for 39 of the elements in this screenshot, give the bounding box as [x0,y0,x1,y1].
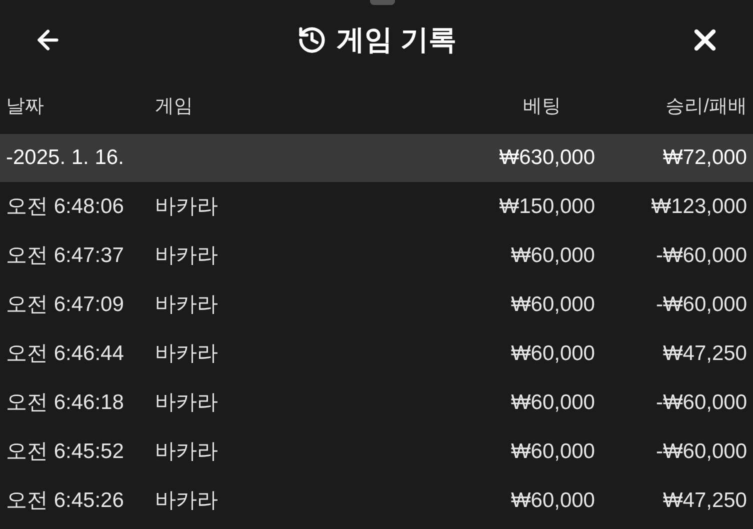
drag-handle-icon [370,0,395,5]
history-icon [296,25,327,55]
table-cell-text: ₩60,000 [510,340,595,367]
table-cell-text: 바카라 [155,438,219,465]
table-cell-text: ₩47,250 [662,488,747,514]
table-cell-text: ₩72,000 [662,145,747,172]
table-cell-text: -2025. 1. 16. [6,145,125,172]
table-cell-text: 오전 6:48:06 [6,194,125,220]
table-cell-text: -₩60,000 [654,390,747,416]
table-cell-text: 오전 6:45:26 [6,488,125,514]
window-title: 게임 기록 [336,23,456,57]
column-header: 날짜 [6,94,45,119]
table-cell-text: 바카라 [155,242,219,269]
date-group-row[interactable]: -2025. 1. 16. ₩630,000 ₩72,000 [0,134,753,182]
table-cell-text: 오전 6:45:52 [6,438,125,465]
table-cell-text: ₩150,000 [498,194,595,220]
table-cell-text: ₩60,000 [510,292,595,318]
column-header: 게임 [155,94,194,119]
table-cell-text: ₩47,250 [662,340,747,367]
table-cell-text: -₩60,000 [654,242,747,269]
table-cell-text: -₩60,000 [654,438,747,465]
table-cell-text: 바카라 [155,488,219,514]
table-cell-text: ₩60,000 [510,438,595,465]
table-cell-text: 오전 6:47:09 [6,292,125,318]
table-cell-text: 바카라 [155,340,219,367]
table-cell-text: ₩60,000 [510,390,595,416]
column-header: 베팅 [522,94,562,119]
table-cell-text: -₩60,000 [654,292,747,318]
table-cell-text: ₩60,000 [510,488,595,514]
column-header: 승리/패배 [664,94,747,119]
table-cell-text: ₩60,000 [510,242,595,269]
table-cell-text: ₩630,000 [498,145,595,172]
table-cell-text: 바카라 [155,292,219,318]
table-cell-text: 오전 6:47:37 [6,242,125,269]
table-cell-text: 오전 6:46:44 [6,340,125,367]
table-cell-text: 바카라 [155,390,219,416]
table-cell-text: 바카라 [155,194,219,220]
table-cell-text: 오전 6:46:18 [6,390,125,416]
table-cell-text: ₩123,000 [650,194,747,220]
